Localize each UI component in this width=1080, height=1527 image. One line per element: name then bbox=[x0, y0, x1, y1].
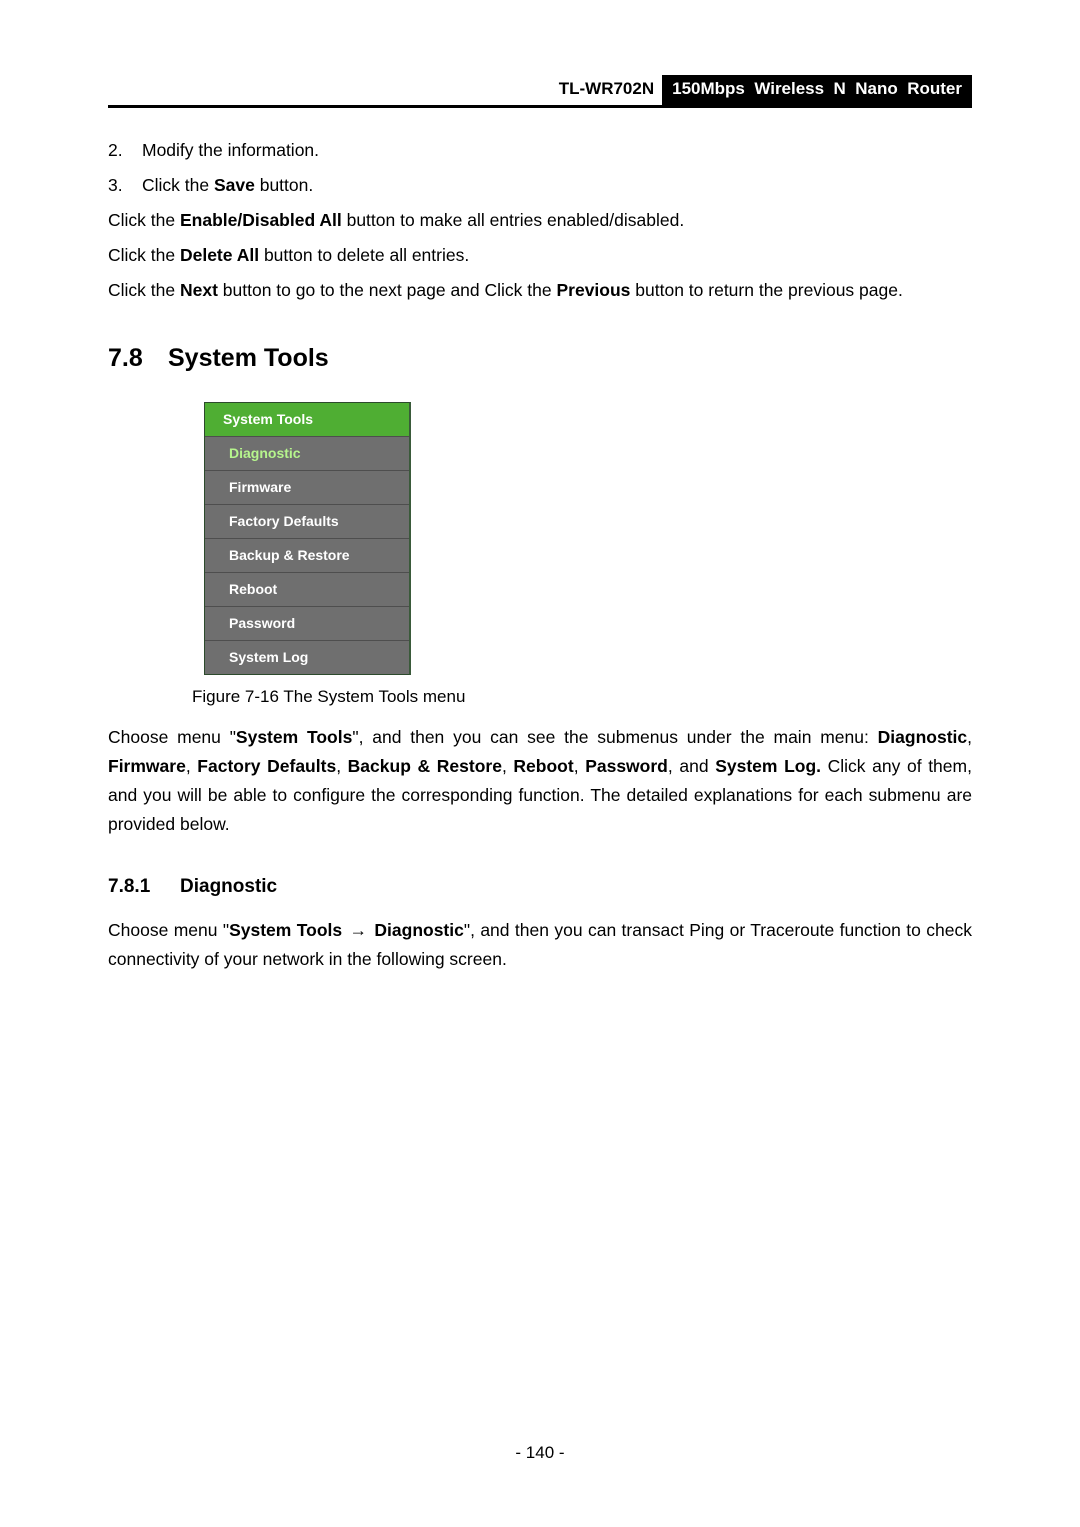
menu-header: System Tools bbox=[205, 403, 409, 437]
subsection-number: 7.8.1 bbox=[108, 871, 180, 902]
menu-item-firmware[interactable]: Firmware bbox=[205, 471, 409, 505]
subsection-title: Diagnostic bbox=[180, 871, 277, 902]
system-tools-menu: System Tools Diagnostic Firmware Factory… bbox=[204, 402, 411, 676]
menu-item-backup-restore[interactable]: Backup & Restore bbox=[205, 539, 409, 573]
paragraph-choose-menu: Choose menu "System Tools", and then you… bbox=[108, 723, 972, 839]
menu-item-reboot[interactable]: Reboot bbox=[205, 573, 409, 607]
page-content: 2. Modify the information. 3. Click the … bbox=[108, 108, 972, 974]
list-text: Click the Save button. bbox=[142, 171, 313, 200]
page-number: - 140 - bbox=[0, 1443, 1080, 1463]
subsection-heading: 7.8.1 Diagnostic bbox=[108, 871, 972, 902]
arrow-right-icon: → bbox=[348, 916, 370, 945]
section-heading: 7.8 System Tools bbox=[108, 338, 972, 379]
numbered-list: 2. Modify the information. 3. Click the … bbox=[108, 136, 972, 200]
menu-item-password[interactable]: Password bbox=[205, 607, 409, 641]
page-header: TL-WR702N 150Mbps Wireless N Nano Router bbox=[108, 75, 972, 108]
header-description: 150Mbps Wireless N Nano Router bbox=[662, 75, 972, 105]
list-number: 3. bbox=[108, 171, 142, 200]
section-number: 7.8 bbox=[108, 338, 168, 379]
list-item: 3. Click the Save button. bbox=[108, 171, 972, 200]
menu-item-system-log[interactable]: System Log bbox=[205, 641, 409, 674]
list-number: 2. bbox=[108, 136, 142, 165]
section-title: System Tools bbox=[168, 338, 329, 379]
menu-item-factory-defaults[interactable]: Factory Defaults bbox=[205, 505, 409, 539]
paragraph-enable-all: Click the Enable/Disabled All button to … bbox=[108, 206, 972, 235]
list-text: Modify the information. bbox=[142, 136, 319, 165]
paragraph-delete-all: Click the Delete All button to delete al… bbox=[108, 241, 972, 270]
figure-caption: Figure 7-16 The System Tools menu bbox=[192, 683, 972, 711]
menu-item-diagnostic[interactable]: Diagnostic bbox=[205, 437, 409, 471]
system-tools-menu-figure: System Tools Diagnostic Firmware Factory… bbox=[204, 402, 972, 676]
list-item: 2. Modify the information. bbox=[108, 136, 972, 165]
paragraph-navigation: Click the Next button to go to the next … bbox=[108, 276, 972, 305]
paragraph-diagnostic: Choose menu "System Tools → Diagnostic",… bbox=[108, 916, 972, 974]
header-model: TL-WR702N bbox=[551, 75, 662, 105]
